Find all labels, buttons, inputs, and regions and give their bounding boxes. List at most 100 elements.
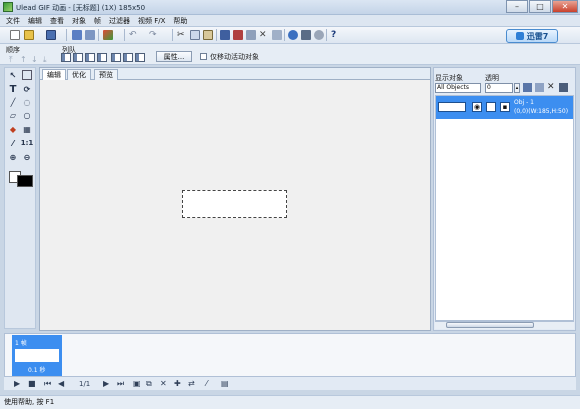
zoom-out-icon[interactable]: ⊖ bbox=[22, 152, 32, 162]
move-up-icon[interactable]: ↑ bbox=[20, 55, 27, 64]
save-icon[interactable] bbox=[46, 30, 56, 40]
delete-icon[interactable]: ✕ bbox=[259, 30, 269, 40]
tab-preview[interactable]: 预览 bbox=[94, 69, 118, 80]
crop-tool-icon[interactable] bbox=[22, 70, 32, 80]
pointer-tool-icon[interactable]: ↖ bbox=[8, 70, 18, 80]
preview-icon[interactable] bbox=[85, 30, 95, 40]
play-icon[interactable]: ▶ bbox=[14, 379, 20, 388]
object-info: Obj - 1 (0,0)(W:185,H:50) bbox=[514, 98, 568, 116]
zoom-in-icon[interactable]: ⊕ bbox=[8, 152, 18, 162]
globe-icon[interactable] bbox=[301, 30, 311, 40]
properties-button[interactable]: 属性... bbox=[156, 51, 192, 62]
paste-icon[interactable] bbox=[203, 30, 213, 40]
text-icon[interactable] bbox=[272, 30, 282, 40]
eye-icon[interactable]: ◉ bbox=[472, 102, 482, 112]
open-icon[interactable] bbox=[24, 30, 34, 40]
add-image-icon[interactable] bbox=[103, 30, 113, 40]
order-label: 顺序 bbox=[6, 46, 20, 54]
objects-select[interactable]: All Objects bbox=[435, 83, 481, 93]
background-color-swatch[interactable] bbox=[17, 175, 33, 187]
eyedropper-tool-icon[interactable]: ⁄ bbox=[8, 138, 18, 148]
align-center-icon[interactable] bbox=[73, 53, 83, 62]
move-top-icon[interactable]: ⤒ bbox=[9, 55, 13, 65]
export-icon[interactable] bbox=[72, 30, 82, 40]
menu-video-fx[interactable]: 视频 F/X bbox=[138, 16, 165, 26]
cut-icon[interactable]: ✂ bbox=[177, 30, 187, 40]
reverse-frames-icon[interactable]: ⇄ bbox=[188, 379, 195, 388]
menu-help[interactable]: 帮助 bbox=[173, 16, 187, 26]
new-object-icon[interactable] bbox=[523, 83, 532, 92]
xunlei-button[interactable]: 迅雷7 bbox=[506, 29, 558, 43]
magic-wand-tool-icon[interactable]: ○ bbox=[22, 110, 32, 120]
opacity-input[interactable]: 0 bbox=[485, 83, 513, 93]
only-move-active-checkbox[interactable] bbox=[200, 53, 207, 60]
align-middle-icon[interactable] bbox=[111, 53, 121, 62]
lock-icon[interactable] bbox=[486, 102, 496, 112]
next-frame-icon[interactable]: ▶ bbox=[103, 379, 109, 388]
last-frame-icon[interactable]: ⏭ bbox=[117, 379, 124, 389]
opacity-spinner[interactable]: ▴ bbox=[514, 83, 520, 93]
align-top-icon[interactable] bbox=[97, 53, 107, 62]
text-tool-icon[interactable]: T bbox=[8, 84, 18, 95]
video-icon[interactable] bbox=[246, 30, 256, 40]
object-name: Obj - 1 bbox=[514, 99, 534, 106]
menu-edit[interactable]: 编辑 bbox=[28, 16, 42, 26]
frame-icon[interactable] bbox=[220, 30, 230, 40]
frame-settings-icon[interactable]: ▤ bbox=[221, 379, 229, 388]
tween-icon[interactable]: ✚ bbox=[174, 379, 181, 388]
merge-object-icon[interactable] bbox=[559, 83, 568, 92]
scrollbar-thumb[interactable] bbox=[446, 322, 534, 328]
frame-counter: 1/1 bbox=[79, 380, 91, 388]
minimize-button[interactable]: – bbox=[506, 0, 528, 13]
redo-icon[interactable]: ↷ bbox=[149, 30, 159, 40]
copy-icon[interactable] bbox=[190, 30, 200, 40]
previous-frame-icon[interactable]: ◀ bbox=[58, 379, 64, 388]
menu-object[interactable]: 对象 bbox=[72, 16, 86, 26]
frame-label: 1 帧 bbox=[15, 340, 27, 347]
move-down-icon[interactable]: ↓ bbox=[31, 55, 38, 64]
delete-frame-icon[interactable]: ✕ bbox=[160, 379, 167, 388]
align-left-icon[interactable] bbox=[61, 53, 71, 62]
browser-icon[interactable] bbox=[314, 30, 324, 40]
add-frame-icon[interactable]: ▣ bbox=[133, 379, 141, 388]
align-bottom-icon[interactable] bbox=[123, 53, 133, 62]
only-move-active-label: 仅移动活动对象 bbox=[210, 53, 259, 61]
object-list bbox=[435, 95, 574, 321]
properties-frame-icon[interactable]: ⁄ bbox=[206, 379, 207, 388]
undo-icon[interactable]: ↶ bbox=[129, 30, 139, 40]
lasso-tool-icon[interactable]: ◌ bbox=[22, 97, 32, 107]
rotate-tool-icon[interactable]: ⟳ bbox=[22, 84, 32, 94]
eraser-tool-icon[interactable]: ▱ bbox=[8, 110, 18, 120]
object-type-icon: ▪ bbox=[500, 102, 510, 112]
window-title: Ulead GIF 动画 - [无标题] (1X) 185x50 bbox=[16, 4, 146, 12]
frame-delay[interactable]: 0.1 秒 bbox=[28, 365, 45, 374]
image-icon[interactable] bbox=[233, 30, 243, 40]
tab-optimize[interactable]: 优化 bbox=[67, 69, 91, 80]
maximize-button[interactable]: □ bbox=[529, 0, 551, 13]
menu-frame[interactable]: 帧 bbox=[94, 16, 101, 26]
help-icon[interactable]: ? bbox=[331, 30, 341, 40]
duplicate-frame-icon[interactable]: ⧉ bbox=[146, 379, 152, 389]
tab-edit[interactable]: 编辑 bbox=[42, 69, 66, 80]
distribute-icon[interactable] bbox=[135, 53, 145, 62]
new-icon[interactable] bbox=[10, 30, 20, 40]
actual-size-icon[interactable]: 1:1 bbox=[21, 138, 34, 148]
brush-tool-icon[interactable]: ╱ bbox=[8, 97, 18, 107]
optimize-icon[interactable] bbox=[288, 30, 298, 40]
stop-icon[interactable]: ■ bbox=[28, 379, 36, 388]
menu-bar: 文件 编辑 查看 对象 帧 过滤器 视频 F/X 帮助 bbox=[0, 15, 580, 27]
opacity-label: 透明 bbox=[485, 74, 499, 82]
duplicate-object-icon[interactable] bbox=[535, 83, 544, 92]
menu-view[interactable]: 查看 bbox=[50, 16, 64, 26]
close-button[interactable]: ✕ bbox=[552, 0, 578, 13]
marquee-tool-icon[interactable]: ▦ bbox=[22, 124, 32, 134]
canvas-object[interactable] bbox=[182, 190, 287, 218]
move-bottom-icon[interactable]: ⤓ bbox=[43, 55, 47, 65]
xunlei-label: 迅雷7 bbox=[526, 31, 549, 41]
menu-file[interactable]: 文件 bbox=[6, 16, 20, 26]
align-right-icon[interactable] bbox=[85, 53, 95, 62]
menu-filter[interactable]: 过滤器 bbox=[109, 16, 130, 26]
delete-object-icon[interactable]: ✕ bbox=[547, 82, 555, 92]
first-frame-icon[interactable]: ⏮ bbox=[44, 379, 51, 389]
fill-tool-icon[interactable]: ◆ bbox=[8, 124, 18, 134]
